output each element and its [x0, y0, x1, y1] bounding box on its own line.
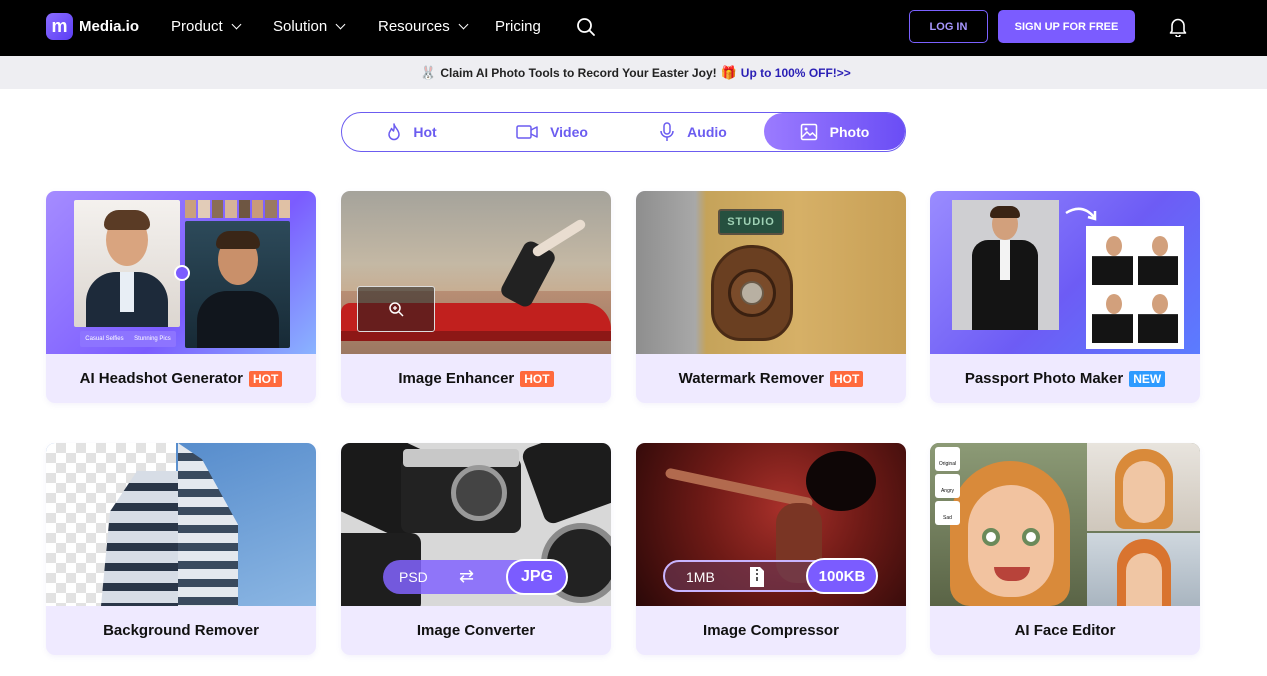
nav-resources-label: Resources [378, 18, 450, 35]
tab-hot[interactable]: Hot [342, 113, 482, 150]
card-image: Casual Selfies Stunning Pics [46, 191, 316, 354]
tool-card-image-enhancer[interactable]: Image Enhancer HOT [341, 191, 611, 403]
tab-audio-label: Audio [687, 123, 727, 140]
card-title-text: AI Face Editor [1014, 622, 1116, 639]
video-icon [516, 124, 538, 139]
hot-badge: HOT [830, 370, 864, 387]
tab-photo-label: Photo [829, 123, 870, 140]
nav-resources[interactable]: Resources [378, 18, 469, 35]
nav-product[interactable]: Product [171, 18, 242, 35]
card-title: Background Remover [46, 606, 316, 655]
face-option-angry[interactable]: Angry [935, 474, 960, 498]
card-image: PSD ⇄ JPG [341, 443, 611, 606]
tab-photo[interactable]: Photo [764, 113, 905, 150]
brand-name: Media.io [79, 18, 140, 35]
promo-offer-link[interactable]: Up to 100% OFF!>> [741, 66, 851, 80]
nav-solution[interactable]: Solution [273, 18, 346, 35]
bunny-icon: 🐰 [420, 64, 437, 80]
chevron-down-icon [458, 19, 469, 30]
card-title: AI Headshot Generator HOT [46, 354, 316, 403]
tool-card-passport-photo[interactable]: Passport Photo Maker NEW [930, 191, 1200, 403]
tab-video[interactable]: Video [482, 113, 622, 150]
tab-video-label: Video [550, 123, 588, 140]
logo-mark-icon: m [46, 13, 73, 40]
gift-icon: 🎁 [720, 64, 737, 80]
card-title-text: Watermark Remover [678, 370, 824, 387]
tool-card-image-compressor[interactable]: 1MB 100KB Image Compressor [636, 443, 906, 655]
zip-file-icon [750, 567, 764, 587]
tool-card-watermark-remover[interactable]: STUDIO Watermark Remover HOT [636, 191, 906, 403]
search-icon[interactable] [576, 17, 596, 37]
microphone-icon [660, 121, 674, 141]
studio-sign: STUDIO [718, 209, 784, 235]
card-title: Passport Photo Maker NEW [930, 354, 1200, 403]
chevron-down-icon [231, 19, 242, 30]
tool-card-background-remover[interactable]: Background Remover [46, 443, 316, 655]
brand-logo[interactable]: m Media.io [46, 13, 139, 40]
tool-card-ai-headshot[interactable]: Casual Selfies Stunning Pics AI Headshot… [46, 191, 316, 403]
compress-from: 1MB [686, 569, 715, 585]
card-image [341, 191, 611, 354]
arrow-icon [1065, 207, 1097, 221]
chevron-down-icon [335, 19, 346, 30]
card-title: Image Compressor [636, 606, 906, 655]
card-image [930, 191, 1200, 354]
nav-pricing-label: Pricing [495, 18, 541, 35]
signup-button[interactable]: SIGN UP FOR FREE [998, 10, 1135, 43]
card-image: STUDIO [636, 191, 906, 354]
image-icon [800, 123, 817, 140]
card-title: Image Enhancer HOT [341, 354, 611, 403]
top-navbar: m Media.io Product Solution Resources Pr… [0, 0, 1267, 56]
new-badge: NEW [1129, 370, 1166, 387]
card-image [46, 443, 316, 606]
nav-solution-label: Solution [273, 18, 328, 35]
nav-product-label: Product [171, 18, 223, 35]
convert-from: PSD [399, 569, 428, 585]
nav-pricing[interactable]: Pricing [495, 18, 541, 35]
card-title-text: Image Compressor [703, 622, 839, 639]
card-title-text: Image Enhancer [398, 370, 515, 387]
tool-card-image-converter[interactable]: PSD ⇄ JPG Image Converter [341, 443, 611, 655]
promo-text: Claim AI Photo Tools to Record Your East… [440, 65, 717, 80]
card-title-text: Image Converter [416, 622, 536, 639]
login-button[interactable]: LOG IN [909, 10, 988, 43]
flame-icon [388, 122, 401, 140]
compress-to: 100KB [806, 558, 878, 594]
card-title: Watermark Remover HOT [636, 354, 906, 403]
card-title-text: Passport Photo Maker [964, 370, 1124, 387]
card-title-text: AI Headshot Generator [79, 370, 244, 387]
category-tabs: Hot Video Audio Photo [341, 112, 906, 152]
tab-audio[interactable]: Audio [622, 113, 764, 150]
swap-icon: ⇄ [459, 566, 475, 586]
face-option-original[interactable]: Original [935, 447, 960, 471]
card-title: AI Face Editor [930, 606, 1200, 655]
zoom-in-icon [389, 302, 404, 317]
headshot-overlay-left: Casual Selfies [85, 336, 124, 342]
tool-card-ai-face-editor[interactable]: Original Angry Sad AI Face Editor [930, 443, 1200, 655]
card-title-text: Background Remover [103, 622, 259, 639]
headshot-overlay-right: Stunning Pics [134, 336, 171, 342]
bell-icon[interactable] [1169, 17, 1187, 37]
promo-banner[interactable]: 🐰 Claim AI Photo Tools to Record Your Ea… [0, 56, 1267, 89]
convert-to: JPG [506, 559, 568, 595]
face-option-sad[interactable]: Sad [935, 501, 960, 525]
card-image: Original Angry Sad [930, 443, 1200, 606]
hot-badge: HOT [520, 370, 554, 387]
hot-badge: HOT [249, 370, 283, 387]
tab-hot-label: Hot [413, 123, 437, 140]
card-image: 1MB 100KB [636, 443, 906, 606]
card-title: Image Converter [341, 606, 611, 655]
